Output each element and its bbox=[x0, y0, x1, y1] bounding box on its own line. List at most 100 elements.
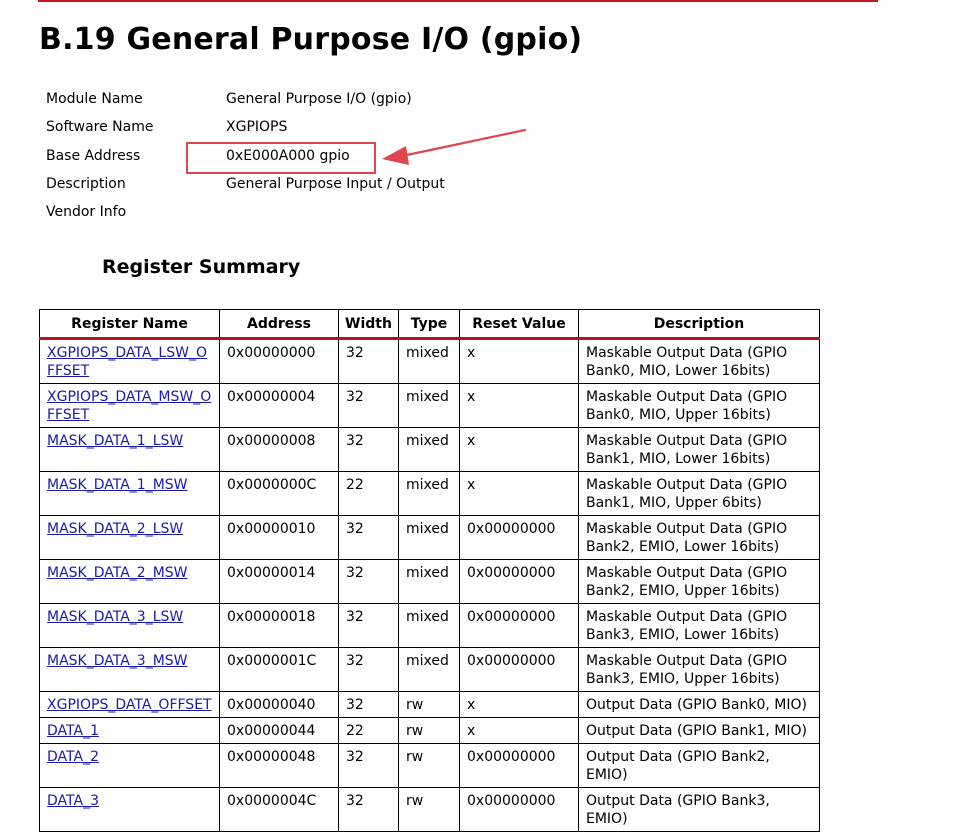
info-key: Description bbox=[46, 175, 126, 192]
table-row: XGPIOPS_DATA_OFFSET 0x00000040 32 rw x Output… bbox=[39, 691, 820, 718]
width-cell: 32 bbox=[338, 338, 399, 384]
type-cell: mixed bbox=[398, 338, 460, 384]
register-name-link[interactable]: XGPIOPS_DATA_LSW_OFFSET bbox=[47, 345, 207, 379]
address-cell: 0x00000014 bbox=[219, 559, 339, 604]
info-value: General Purpose I/O (gpio) bbox=[226, 91, 412, 107]
info-key: Module Name bbox=[46, 91, 143, 107]
type-cell: mixed bbox=[398, 647, 460, 692]
table-row: MASK_DATA_1_LSW 0x00000008 32 mixed x Maskabl… bbox=[39, 427, 820, 472]
description-cell: Maskable Output Data (GPIO Bank0, MIO, L… bbox=[578, 338, 820, 384]
table-row: MASK_DATA_3_LSW 0x00000018 32 mixed 0x000000… bbox=[39, 603, 820, 648]
address-cell: 0x00000044 bbox=[219, 717, 339, 744]
reset-value-cell: 0x00000000 bbox=[459, 743, 579, 788]
type-cell: rw bbox=[398, 691, 460, 718]
table-row: MASK_DATA_2_MSW 0x00000014 32 mixed 0x000000… bbox=[39, 559, 820, 604]
description-cell: Maskable Output Data (GPIO Bank2, EMIO, … bbox=[578, 515, 820, 560]
width-cell: 32 bbox=[338, 743, 399, 788]
column-header-type: Type bbox=[398, 309, 460, 340]
description-cell: Maskable Output Data (GPIO Bank3, EMIO, … bbox=[578, 603, 820, 648]
info-row-description: Description General Purpose Input / Outp… bbox=[46, 176, 445, 204]
register-table-body: XGPIOPS_DATA_LSW_OFFSET 0x00000000 32 mixed… bbox=[39, 338, 820, 832]
register-name-link[interactable]: MASK_DATA_2_LSW bbox=[47, 521, 183, 537]
register-name-link[interactable]: XGPIOPS_DATA_MSW_OFFSET bbox=[47, 389, 211, 423]
register-name-link[interactable]: MASK_DATA_2_MSW bbox=[47, 565, 188, 581]
register-name-cell: MASK_DATA_3_MSW bbox=[39, 647, 220, 692]
width-cell: 32 bbox=[338, 515, 399, 560]
info-value: General Purpose Input / Output bbox=[226, 175, 445, 192]
type-cell: mixed bbox=[398, 383, 460, 428]
table-header-row: Register Name Address Width Type Reset V… bbox=[39, 309, 820, 340]
page-title: B.19 General Purpose I/O (gpio) bbox=[39, 22, 583, 57]
description-cell: Output Data (GPIO Bank0, MIO) bbox=[578, 691, 820, 718]
reset-value-cell: x bbox=[459, 427, 579, 472]
reset-value-cell: x bbox=[459, 691, 579, 718]
description-cell: Maskable Output Data (GPIO Bank0, MIO, U… bbox=[578, 383, 820, 428]
description-cell: Output Data (GPIO Bank1, MIO) bbox=[578, 717, 820, 744]
register-name-cell: DATA_2 bbox=[39, 743, 220, 788]
table-row: XGPIOPS_DATA_MSW_OFFSET 0x00000004 32 mixed… bbox=[39, 383, 820, 428]
table-row: MASK_DATA_1_MSW 0x0000000C 22 mixed x Maskabl… bbox=[39, 471, 820, 516]
address-cell: 0x0000000C bbox=[219, 471, 339, 516]
width-cell: 32 bbox=[338, 647, 399, 692]
register-name-link[interactable]: MASK_DATA_1_LSW bbox=[47, 433, 183, 449]
address-cell: 0x00000048 bbox=[219, 743, 339, 788]
type-cell: mixed bbox=[398, 427, 460, 472]
table-row: DATA_3 0x0000004C 32 rw 0x00000000 Output Dat… bbox=[39, 787, 820, 832]
reset-value-cell: x bbox=[459, 383, 579, 428]
address-cell: 0x00000010 bbox=[219, 515, 339, 560]
table-row: DATA_2 0x00000048 32 rw 0x00000000 Output Dat… bbox=[39, 743, 820, 788]
register-name-cell: XGPIOPS_DATA_OFFSET bbox=[39, 691, 220, 718]
column-header-description: Description bbox=[578, 309, 820, 340]
column-header-width: Width bbox=[338, 309, 399, 340]
register-name-link[interactable]: DATA_1 bbox=[47, 723, 99, 739]
type-cell: mixed bbox=[398, 515, 460, 560]
width-cell: 22 bbox=[338, 471, 399, 516]
address-cell: 0x00000004 bbox=[219, 383, 339, 428]
register-name-link[interactable]: DATA_3 bbox=[47, 793, 99, 809]
table-row: MASK_DATA_2_LSW 0x00000010 32 mixed 0x000000… bbox=[39, 515, 820, 560]
column-header-reset-value: Reset Value bbox=[459, 309, 579, 340]
width-cell: 32 bbox=[338, 559, 399, 604]
register-name-cell: MASK_DATA_2_LSW bbox=[39, 515, 220, 560]
info-key: Vendor Info bbox=[46, 204, 127, 221]
annotation-arrow-icon bbox=[382, 128, 527, 165]
info-row-vendor-info: Vendor Info bbox=[46, 204, 445, 232]
reset-value-cell: x bbox=[459, 717, 579, 744]
address-cell: 0x00000040 bbox=[219, 691, 339, 718]
type-cell: rw bbox=[398, 787, 460, 832]
top-rule bbox=[38, 0, 878, 2]
address-cell: 0x00000018 bbox=[219, 603, 339, 648]
register-name-cell: XGPIOPS_DATA_MSW_OFFSET bbox=[39, 383, 220, 428]
register-name-cell: DATA_1 bbox=[39, 717, 220, 744]
column-header-address: Address bbox=[219, 309, 339, 340]
reset-value-cell: x bbox=[459, 338, 579, 384]
reset-value-cell: 0x00000000 bbox=[459, 787, 579, 832]
register-name-cell: MASK_DATA_1_MSW bbox=[39, 471, 220, 516]
info-row-module-name: Module Name General Purpose I/O (gpio) bbox=[46, 91, 445, 119]
register-name-link[interactable]: MASK_DATA_1_MSW bbox=[47, 477, 188, 493]
register-summary-table: Register Name Address Width Type Reset V… bbox=[39, 309, 820, 832]
register-name-link[interactable]: DATA_2 bbox=[47, 749, 99, 765]
address-cell: 0x00000008 bbox=[219, 427, 339, 472]
register-name-link[interactable]: MASK_DATA_3_LSW bbox=[47, 609, 183, 625]
base-address-highlight-box bbox=[186, 142, 376, 174]
description-cell: Maskable Output Data (GPIO Bank1, MIO, L… bbox=[578, 427, 820, 472]
width-cell: 32 bbox=[338, 383, 399, 428]
address-cell: 0x00000000 bbox=[219, 338, 339, 384]
type-cell: rw bbox=[398, 743, 460, 788]
width-cell: 32 bbox=[338, 427, 399, 472]
table-row: MASK_DATA_3_MSW 0x0000001C 32 mixed 0x000000… bbox=[39, 647, 820, 692]
register-name-cell: MASK_DATA_1_LSW bbox=[39, 427, 220, 472]
register-name-cell: XGPIOPS_DATA_LSW_OFFSET bbox=[39, 338, 220, 384]
table-row: XGPIOPS_DATA_LSW_OFFSET 0x00000000 32 mixed… bbox=[39, 338, 820, 384]
type-cell: rw bbox=[398, 717, 460, 744]
reset-value-cell: x bbox=[459, 471, 579, 516]
register-name-cell: MASK_DATA_2_MSW bbox=[39, 559, 220, 604]
register-name-link[interactable]: MASK_DATA_3_MSW bbox=[47, 653, 188, 669]
table-row: DATA_1 0x00000044 22 rw x Output Data (GPIO B… bbox=[39, 717, 820, 744]
width-cell: 32 bbox=[338, 691, 399, 718]
register-name-link[interactable]: XGPIOPS_DATA_OFFSET bbox=[47, 697, 212, 713]
description-cell: Output Data (GPIO Bank3, EMIO) bbox=[578, 787, 820, 832]
register-name-cell: MASK_DATA_3_LSW bbox=[39, 603, 220, 648]
description-cell: Output Data (GPIO Bank2, EMIO) bbox=[578, 743, 820, 788]
